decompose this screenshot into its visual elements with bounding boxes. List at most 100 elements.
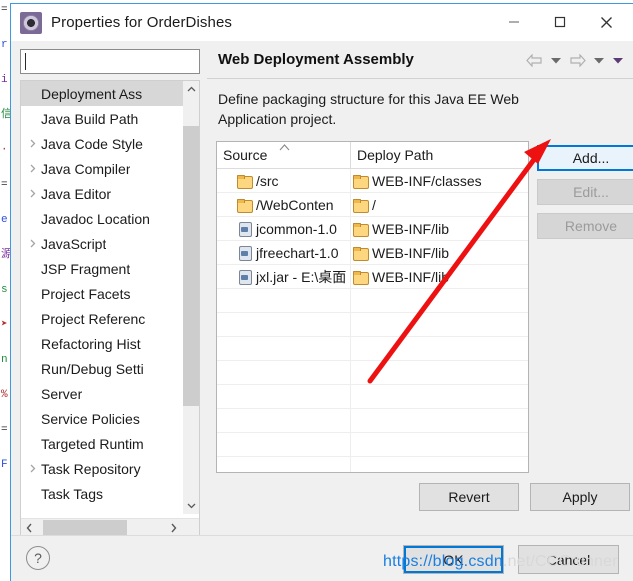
chevron-down-icon[interactable] [183, 497, 199, 514]
tree-vertical-scrollbar[interactable] [183, 81, 199, 514]
cell-deploy-path-label: WEB-INF/lib [372, 268, 449, 285]
cell-deploy-path-label: WEB-INF/classes [372, 172, 482, 189]
chevron-right-icon[interactable] [25, 164, 41, 173]
cell-source-label: jfreechart-1.0 [256, 244, 339, 261]
table-row-empty[interactable] [217, 385, 528, 409]
folder-icon [353, 174, 369, 189]
chevron-up-icon[interactable] [183, 81, 199, 98]
text-caret [25, 53, 26, 70]
table-row-empty[interactable] [217, 433, 528, 457]
sidebar-item[interactable]: JavaScript [21, 231, 184, 256]
sidebar-item[interactable]: Project Referenc [21, 306, 184, 331]
table-row-empty[interactable] [217, 361, 528, 385]
folder-icon [353, 246, 369, 261]
table-row-empty[interactable] [217, 409, 528, 433]
arrow-left-icon[interactable] [524, 50, 544, 70]
background-code-line: F [1, 459, 8, 471]
arrow-right-icon[interactable] [567, 50, 587, 70]
table-body: /src WEB-INF/classes/WebConten / jcommon-1.… [217, 169, 528, 472]
table-row[interactable]: jfreechart-1.0 WEB-INF/lib [217, 241, 528, 265]
sidebar-item-label: JSP Fragment [41, 260, 131, 277]
sidebar-item[interactable]: Project Facets [21, 281, 184, 306]
sidebar-item[interactable]: Task Tags [21, 481, 184, 506]
column-header-deploy-path[interactable]: Deploy Path [351, 142, 528, 168]
chevron-right-icon[interactable] [25, 239, 41, 248]
table-header-row: Source Deploy Path [217, 142, 528, 169]
sidebar-item[interactable]: Javadoc Location [21, 206, 184, 231]
sidebar-item[interactable]: Server [21, 381, 184, 406]
sidebar-item[interactable]: Run/Debug Setti [21, 356, 184, 381]
folder-icon [353, 222, 369, 237]
cell-source: jcommon-1.0 [217, 217, 351, 240]
sidebar-item-label: JavaScript [41, 235, 107, 252]
sidebar-item[interactable]: Java Build Path [21, 106, 184, 131]
table-row[interactable]: jcommon-1.0 WEB-INF/lib [217, 217, 528, 241]
sidebar-item[interactable]: Java Code Style [21, 131, 184, 156]
background-code-line: 源 [1, 249, 10, 261]
cell-source-empty [217, 361, 351, 384]
table-row-empty[interactable] [217, 457, 528, 472]
chevron-right-icon[interactable] [25, 464, 41, 473]
question-mark-icon[interactable]: ? [26, 546, 50, 570]
jar-icon [237, 269, 252, 285]
column-header-source[interactable]: Source [217, 142, 351, 168]
table-row[interactable]: jxl.jar - E:\桌面 WEB-INF/lib [217, 265, 528, 289]
sidebar-item-label: Task Tags [41, 485, 103, 502]
sidebar-item-label: Task Repository [41, 460, 141, 477]
cell-source-empty [217, 433, 351, 456]
background-code-line: i [1, 74, 8, 86]
back-history-chevron-down-icon[interactable] [548, 50, 563, 70]
sidebar-item[interactable]: Deployment Ass [21, 81, 184, 106]
background-code-line: 信 [1, 109, 10, 121]
edit-button: Edit... [537, 179, 633, 205]
column-header-source-label: Source [223, 147, 268, 163]
apply-button[interactable]: Apply [530, 483, 630, 511]
table-row[interactable]: /WebConten / [217, 193, 528, 217]
chevron-left-icon[interactable] [21, 519, 38, 536]
chevron-right-icon[interactable] [165, 519, 182, 536]
cell-deploy-path: WEB-INF/lib [351, 265, 528, 288]
revert-button[interactable]: Revert [419, 483, 519, 511]
cell-source-empty [217, 289, 351, 312]
more-menu-chevron-down-icon[interactable] [610, 50, 625, 70]
dialog-titlebar: Properties for OrderDishes [11, 4, 633, 41]
preference-tree[interactable]: Deployment Ass Java Build Path Java Code S… [21, 81, 184, 514]
filter-input[interactable] [20, 49, 200, 74]
folder-icon [237, 174, 253, 189]
dialog-title: Properties for OrderDishes [51, 14, 232, 31]
sidebar-item[interactable]: Validation [21, 506, 184, 515]
folder-icon [353, 270, 369, 285]
close-button[interactable] [583, 7, 629, 37]
forward-history-chevron-down-icon[interactable] [591, 50, 606, 70]
cell-source-label: /WebConten [256, 196, 334, 213]
column-header-deploy-path-label: Deploy Path [357, 147, 434, 163]
chevron-right-icon[interactable] [25, 139, 41, 148]
sidebar-item[interactable]: Targeted Runtim [21, 431, 184, 456]
tree-horizontal-scrollbar[interactable] [21, 518, 199, 536]
sidebar-item[interactable]: Service Policies [21, 406, 184, 431]
table-row-empty[interactable] [217, 289, 528, 313]
folder-icon [237, 198, 253, 213]
minimize-button[interactable] [491, 7, 537, 37]
cell-deploy-path: WEB-INF/classes [351, 169, 528, 192]
table-row-empty[interactable] [217, 337, 528, 361]
maximize-button[interactable] [537, 7, 583, 37]
cell-source: jfreechart-1.0 [217, 241, 351, 264]
table-row-empty[interactable] [217, 313, 528, 337]
content-pane: Web Deployment Assembly Define packaging… [207, 41, 633, 535]
tree-scrollbar-thumb[interactable] [183, 126, 199, 406]
sidebar-item[interactable]: Java Compiler [21, 156, 184, 181]
add-button[interactable]: Add... [537, 145, 633, 171]
sidebar-item[interactable]: JSP Fragment [21, 256, 184, 281]
tree-hscrollbar-thumb[interactable] [43, 520, 127, 536]
chevron-right-icon[interactable] [25, 189, 41, 198]
sidebar-item-label: Java Code Style [41, 135, 143, 152]
sidebar-item[interactable]: Java Editor [21, 181, 184, 206]
cell-source-empty [217, 457, 351, 472]
cell-deploy-path-empty [351, 385, 528, 408]
table-row[interactable]: /src WEB-INF/classes [217, 169, 528, 193]
sidebar-item[interactable]: Refactoring Hist [21, 331, 184, 356]
cell-deploy-path: WEB-INF/lib [351, 241, 528, 264]
sidebar-item[interactable]: Task Repository [21, 456, 184, 481]
sidebar-item-label: Targeted Runtim [41, 435, 144, 452]
